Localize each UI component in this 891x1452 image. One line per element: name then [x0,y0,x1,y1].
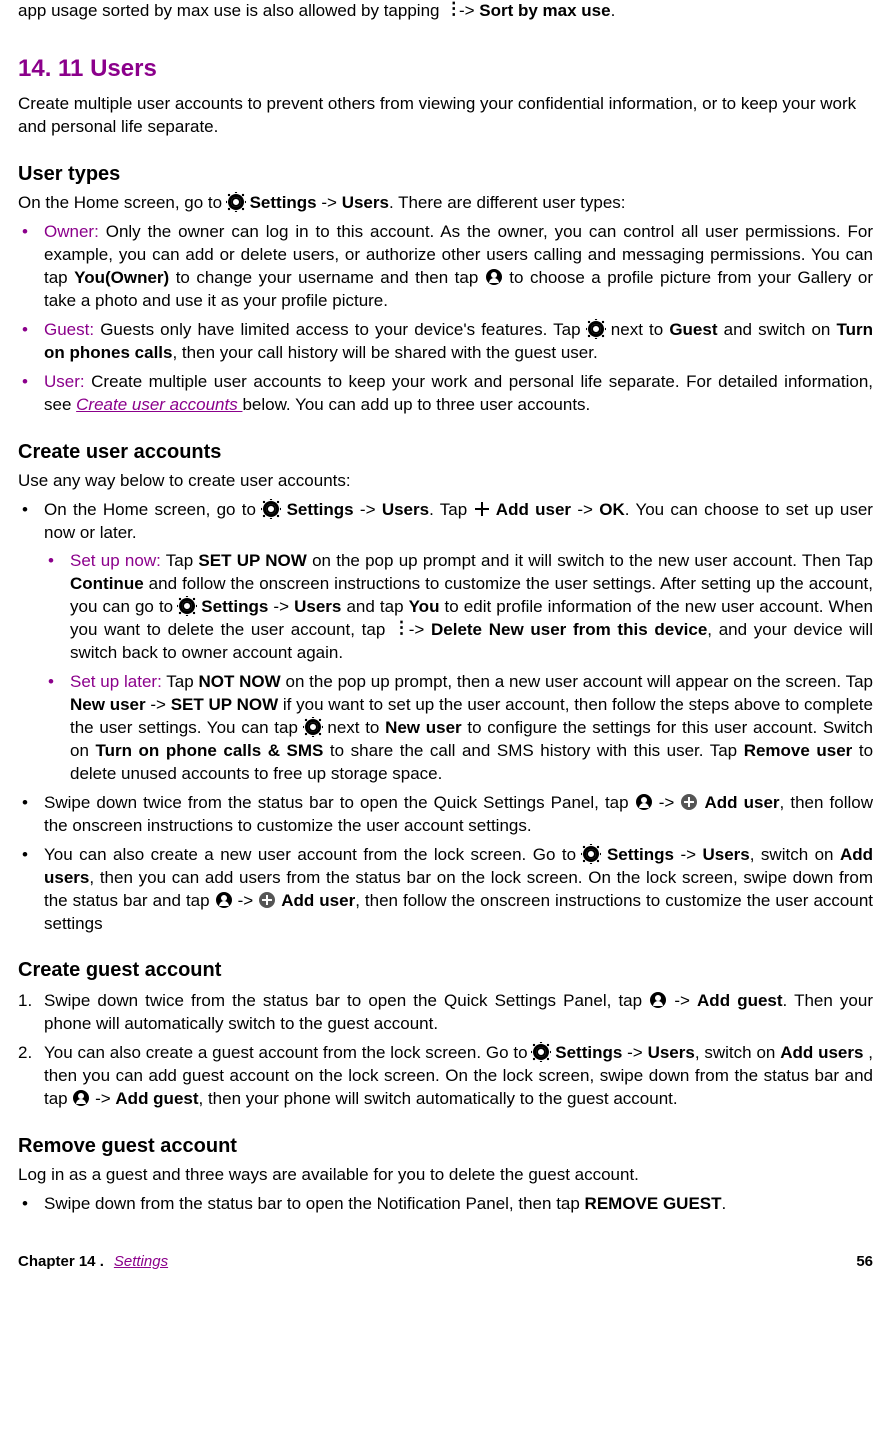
create-user-list: On the Home screen, go to Settings -> Us… [18,499,873,936]
setup-sublist: Set up now: Tap SET UP NOW on the pop up… [44,550,873,785]
create-guest-step-2: 2. You can also create a guest account f… [18,1042,873,1111]
user-types-list: Owner: Only the owner can log in to this… [18,221,873,417]
settings-icon [228,194,244,210]
footer-link-settings[interactable]: Settings [114,1253,168,1270]
settings-icon [179,598,195,614]
user-type-owner: Owner: Only the owner can log in to this… [18,221,873,313]
plus-circle-icon [681,794,697,810]
setup-later: Set up later: Tap NOT NOW on the pop up … [44,671,873,786]
user-icon [650,992,666,1008]
remove-guest-lead: Log in as a guest and three ways are ava… [18,1164,873,1187]
create-guest-list: 1. Swipe down twice from the status bar … [18,990,873,1111]
user-type-guest: Guest: Guests only have limited access t… [18,319,873,365]
subheading-remove-guest: Remove guest account [18,1133,873,1160]
subheading-create-guest: Create guest account [18,957,873,984]
plus-circle-icon [259,892,275,908]
section-heading-users: 14. 11 Users [18,53,873,85]
setup-now: Set up now: Tap SET UP NOW on the pop up… [44,550,873,665]
subheading-create-user: Create user accounts [18,439,873,466]
more-icon [393,621,401,637]
create-user-method-2: Swipe down twice from the status bar to … [18,792,873,838]
create-user-method-3: You can also create a new user account f… [18,844,873,936]
previous-page-fragment: app usage sorted by max use is also allo… [18,0,873,23]
section-intro: Create multiple user accounts to prevent… [18,93,873,139]
remove-guest-list: Swipe down from the status bar to open t… [18,1193,873,1216]
remove-guest-method-1: Swipe down from the status bar to open t… [18,1193,873,1216]
settings-icon [263,501,279,517]
user-icon [216,892,232,908]
page-footer: Chapter 14 . Settings 56 [18,1252,873,1272]
create-user-method-1: On the Home screen, go to Settings -> Us… [18,499,873,786]
settings-icon [533,1044,549,1060]
user-icon [486,269,502,285]
create-guest-step-1: 1. Swipe down twice from the status bar … [18,990,873,1036]
plus-icon [475,502,489,516]
footer-chapter: Chapter 14 . [18,1253,104,1270]
settings-icon [583,846,599,862]
user-icon [73,1090,89,1106]
settings-icon [588,321,604,337]
user-icon [636,794,652,810]
subheading-user-types: User types [18,161,873,188]
user-types-lead: On the Home screen, go to Settings -> Us… [18,192,873,215]
more-icon [445,2,453,18]
footer-page-number: 56 [856,1252,873,1272]
settings-icon [305,719,321,735]
link-create-user-accounts[interactable]: Create user accounts [76,395,242,414]
user-type-user: User: Create multiple user accounts to k… [18,371,873,417]
create-user-lead: Use any way below to create user account… [18,470,873,493]
